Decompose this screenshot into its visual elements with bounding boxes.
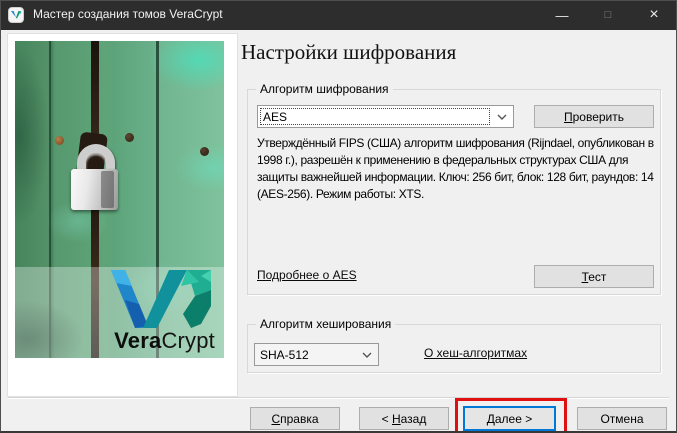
encryption-algorithm-select[interactable]: AES xyxy=(257,105,514,128)
bolt-head xyxy=(125,133,134,142)
minimize-icon: — xyxy=(556,8,569,23)
sidebar-image-panel: VeraCrypt xyxy=(7,33,238,397)
minimize-button[interactable]: — xyxy=(539,0,585,30)
help-button[interactable]: Справка xyxy=(250,407,340,430)
veracrypt-wizard-window: Мастер создания томов VeraCrypt — □ × xyxy=(0,0,677,433)
padlock-door-photo: VeraCrypt xyxy=(15,41,224,358)
page-title: Настройки шифрования xyxy=(241,40,456,65)
veracrypt-logo-text: VeraCrypt xyxy=(114,328,215,354)
chevron-down-icon xyxy=(491,114,513,120)
hash-group-label: Алгоритм хеширования xyxy=(256,317,395,331)
benchmark-button[interactable]: Проверить xyxy=(534,105,654,128)
bolt-head xyxy=(55,136,64,145)
chevron-down-icon xyxy=(356,352,378,358)
hash-algorithm-value: SHA-512 xyxy=(255,348,356,362)
encryption-algorithm-group: Алгоритм шифрования AES Проверить Утверж… xyxy=(247,89,661,295)
cancel-button[interactable]: Отмена xyxy=(577,407,667,430)
next-button[interactable]: Далее > xyxy=(463,406,556,431)
veracrypt-app-icon xyxy=(8,7,24,23)
hash-algorithm-group: Алгоритм хеширования SHA-512 О хеш-алгор… xyxy=(247,324,661,373)
footer-separator xyxy=(8,397,669,399)
close-button[interactable]: × xyxy=(631,0,677,30)
algorithm-description: Утверждённый FIPS (США) алгоритм шифрова… xyxy=(257,135,659,203)
window-title: Мастер создания томов VeraCrypt xyxy=(33,7,223,21)
back-button[interactable]: < Назад xyxy=(359,407,449,430)
close-icon: × xyxy=(649,6,658,24)
padlock-body xyxy=(71,169,118,210)
maximize-button: □ xyxy=(585,0,631,30)
hash-info-link[interactable]: О хеш-алгоритмах xyxy=(424,346,527,360)
bolt-head xyxy=(200,147,209,156)
hash-algorithm-select[interactable]: SHA-512 xyxy=(254,343,379,366)
more-about-aes-link[interactable]: Подробнее о AES xyxy=(257,268,357,282)
test-button[interactable]: Тест xyxy=(534,265,654,288)
veracrypt-logo-icon xyxy=(111,270,211,328)
maximize-icon: □ xyxy=(605,9,612,21)
encryption-algorithm-value: AES xyxy=(258,110,491,124)
encryption-group-label: Алгоритм шифрования xyxy=(256,82,393,96)
titlebar: Мастер создания томов VeraCrypt — □ × xyxy=(0,0,677,30)
